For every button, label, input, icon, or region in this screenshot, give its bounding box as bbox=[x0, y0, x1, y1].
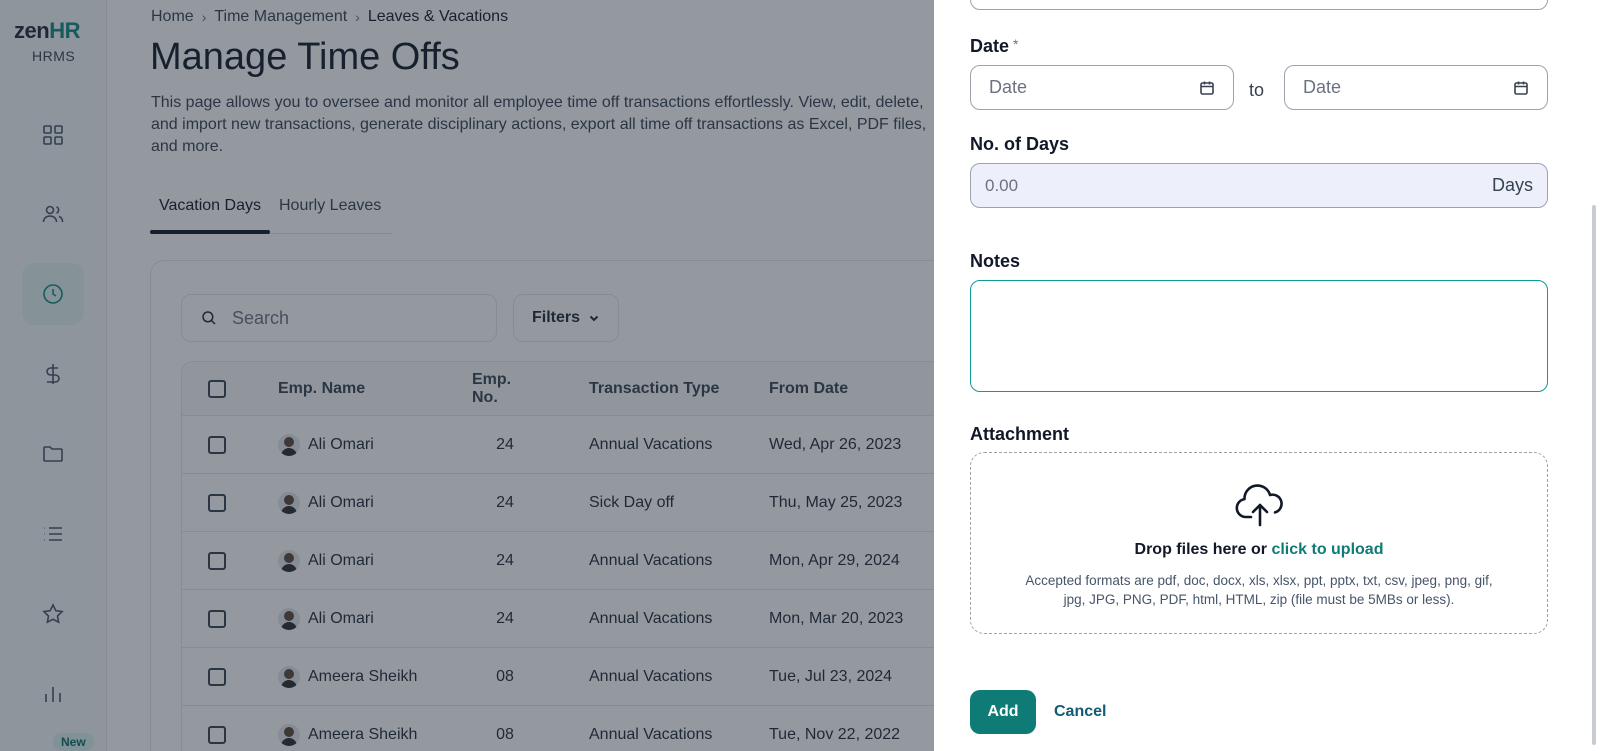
file-dropzone[interactable]: Drop files here or click to upload Accep… bbox=[970, 452, 1548, 634]
date-from-placeholder: Date bbox=[989, 77, 1028, 97]
days-input[interactable]: 0.00 Days bbox=[970, 163, 1548, 208]
drop-text: Drop files here or bbox=[1134, 541, 1267, 558]
required-mark: * bbox=[1013, 36, 1019, 52]
notes-textarea[interactable] bbox=[970, 280, 1548, 392]
modal-overlay[interactable] bbox=[0, 0, 934, 751]
cloud-upload-icon bbox=[1235, 484, 1283, 527]
click-to-upload-link[interactable]: click to upload bbox=[1271, 541, 1383, 558]
date-range-separator: to bbox=[1249, 80, 1265, 100]
calendar-icon[interactable] bbox=[1513, 80, 1529, 96]
notes-label: Notes bbox=[970, 251, 1021, 271]
days-label: No. of Days bbox=[970, 134, 1070, 154]
calendar-icon[interactable] bbox=[1199, 80, 1215, 96]
date-to-placeholder: Date bbox=[1303, 77, 1342, 97]
accepted-formats-text: Accepted formats are pdf, doc, docx, xls… bbox=[1025, 573, 1493, 607]
drop-instructions: Drop files here or click to upload bbox=[971, 541, 1547, 559]
cancel-button[interactable]: Cancel bbox=[1054, 690, 1106, 734]
date-label: Date * bbox=[970, 36, 1018, 57]
days-value: 0.00 bbox=[985, 175, 1019, 195]
previous-field-input[interactable] bbox=[970, 0, 1548, 10]
attachment-label: Attachment bbox=[970, 424, 1070, 444]
add-time-off-drawer: Date * Date to Date No. of Days 0.00 Days… bbox=[934, 0, 1600, 751]
add-button[interactable]: Add bbox=[970, 690, 1036, 734]
days-unit: Days bbox=[1491, 175, 1533, 195]
drawer-scrollbar[interactable] bbox=[1592, 205, 1596, 745]
date-label-text: Date bbox=[970, 36, 1010, 56]
date-from-input[interactable]: Date bbox=[970, 65, 1234, 110]
date-to-input[interactable]: Date bbox=[1284, 65, 1548, 110]
